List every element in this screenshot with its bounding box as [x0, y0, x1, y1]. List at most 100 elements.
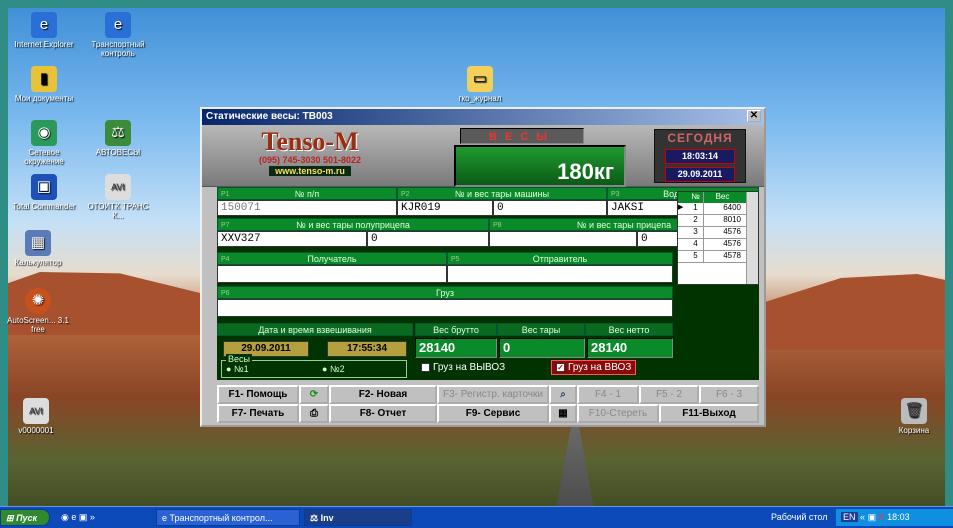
receiver-field[interactable]: [217, 265, 447, 283]
current-time: 18:03:14: [665, 149, 735, 164]
col-number-header: №: [688, 192, 704, 203]
desktop-icon-autovesy[interactable]: ⚖ АВТОВЕСЫ: [86, 120, 150, 157]
f6-button[interactable]: F6 - 3: [699, 385, 759, 404]
close-icon[interactable]: ✕: [747, 110, 761, 122]
row-number: 1: [688, 203, 704, 214]
gross-weight: 28140: [415, 338, 497, 358]
scales-group: Весы ● №1 ● №2: [221, 354, 407, 378]
export-checkbox-box: [421, 362, 430, 372]
import-checkbox[interactable]: ✓ Груз на ВВОЗ: [551, 360, 637, 375]
col-weight-header: Вес: [715, 192, 730, 201]
current-date: 29.09.2011: [665, 167, 735, 182]
number-field[interactable]: 150071: [217, 200, 397, 216]
floppy-icon: ▣: [31, 174, 57, 200]
trailer-number-field[interactable]: [489, 231, 637, 247]
label-sender: P5 Отправитель: [447, 252, 673, 265]
clock: 18:03: [887, 512, 910, 522]
label-tare: Вес тары: [497, 323, 585, 336]
erase-button[interactable]: F10-Стереть: [577, 404, 659, 423]
desktop-icon-internet-explorer[interactable]: e Internet Explorer: [12, 12, 76, 49]
scale-1-radio[interactable]: ● №1: [226, 364, 249, 374]
taskbar-item-transport[interactable]: e Транспортный контрол...: [156, 509, 300, 526]
help-button[interactable]: F1- Помощь: [217, 385, 299, 404]
tray: EN « ▣ K 18:03: [836, 509, 953, 526]
car-tare-field[interactable]: 0: [493, 200, 607, 216]
label-text-p6: Груз: [436, 288, 454, 298]
label-text-p5: Отправитель: [532, 254, 588, 264]
sender-field[interactable]: [447, 265, 673, 283]
row-number: 4: [688, 239, 704, 250]
new-button[interactable]: F2- Новая: [329, 385, 437, 404]
semitrailer-tare-field[interactable]: 0: [367, 231, 489, 247]
desktop-icon-gko-journal[interactable]: ▭ гко_журнал: [448, 66, 512, 103]
tenso-logo: Tenso-M (095) 745-3030 501-8022 www.tens…: [226, 127, 394, 176]
app-window: Статические весы: ТВ003 ✕ Tenso-M (095) …: [200, 107, 766, 427]
row-weight: 4576: [723, 239, 741, 248]
register-card-button[interactable]: F3- Регистр. карточки: [437, 385, 549, 404]
form-panel: P1№ п/п P2№ и вес тары машины P3Водитель…: [217, 187, 759, 380]
desktop-icon-recycle-bin[interactable]: 🗑 Корзина: [882, 398, 946, 435]
tray-app-icon: ▣: [867, 512, 877, 522]
service-button[interactable]: F9- Сервис: [437, 404, 549, 423]
table-scrollbar[interactable]: [746, 192, 758, 284]
semitrailer-number-field[interactable]: XXV327: [217, 231, 367, 247]
desktop-toolbar[interactable]: Рабочий стол: [766, 509, 833, 526]
calculator-icon[interactable]: ▦: [549, 404, 577, 423]
desktop-icon-v0000001[interactable]: AVI v0000001: [4, 398, 68, 435]
desktop-icon-network[interactable]: ◉ Сетевое окружение: [12, 120, 76, 166]
app-icon: ⚖: [105, 120, 131, 146]
f5-button[interactable]: F5 - 2: [639, 385, 699, 404]
network-icon: ◉: [31, 120, 57, 146]
row-number: 5: [688, 251, 704, 262]
desktop-icon-my-documents[interactable]: ▮ Мои документы: [12, 66, 76, 103]
tare-weight: 0: [499, 338, 585, 358]
road: [555, 415, 595, 515]
scale-2-label: №2: [329, 364, 345, 374]
export-label: Груз на ВЫВОЗ: [433, 362, 506, 373]
window-title: Статические весы: ТВ003: [206, 111, 333, 122]
recycle-bin-icon: 🗑: [901, 398, 927, 424]
folder-icon: ▭: [467, 66, 493, 92]
logo-site: www.tenso-m.ru: [269, 166, 351, 176]
weights-table[interactable]: № Вес ▶ 1 6400 2 8010 3 4576 4 4576 5 4578: [677, 191, 759, 285]
ie-icon: e: [31, 12, 57, 38]
start-button[interactable]: ⊞ Пуск: [0, 509, 50, 526]
f4-button[interactable]: F4 - 1: [577, 385, 639, 404]
preview-icon[interactable]: ⎙: [299, 404, 329, 423]
export-checkbox[interactable]: Груз на ВЫВОЗ: [421, 362, 505, 373]
film-reel-icon: ✺: [25, 288, 51, 314]
taskbar: ⊞ Пуск ◉ e ▣ » e Транспортный контрол...…: [0, 506, 953, 528]
desktop-icon-autoscreen[interactable]: ✺ AutoScreen... 3.1 free: [6, 288, 70, 334]
net-weight: 28140: [587, 338, 673, 358]
taskbar-item-inv[interactable]: ⚖ Inv: [304, 509, 412, 526]
tray-kaspersky-icon: K: [878, 512, 885, 522]
title-bar[interactable]: Статические весы: ТВ003 ✕: [202, 109, 764, 125]
ie-icon: e: [162, 513, 168, 523]
tray-arrow-icon[interactable]: «: [860, 512, 865, 522]
label-text-p7: № и вес тары полуприцепа: [296, 220, 410, 230]
car-number-field[interactable]: KJR019: [397, 200, 493, 216]
search-icon[interactable]: ⌕: [549, 385, 577, 404]
label-text-p2: № и вес тары машины: [454, 189, 550, 199]
folder-icon: ▮: [31, 66, 57, 92]
desktop-icon-total-commander[interactable]: ▣ Total Commander: [12, 174, 76, 211]
windows-logo-icon: ⊞: [6, 513, 14, 523]
print-button[interactable]: F7- Печать: [217, 404, 299, 423]
refresh-icon[interactable]: ⟳: [299, 385, 329, 404]
desktop-icon-transport[interactable]: e Транспортный контроль: [86, 12, 150, 58]
exit-button[interactable]: F11-Выход: [659, 404, 759, 423]
quick-launch[interactable]: ◉ e ▣ »: [56, 509, 136, 526]
scale-2-radio[interactable]: ● №2: [322, 364, 345, 374]
app-icon: ⚖: [310, 513, 319, 523]
desktop-icon-calculator[interactable]: ▦ Калькулятор: [6, 230, 70, 267]
logo-name: Tenso-M: [261, 127, 359, 156]
label-semitrailer: P7 № и вес тары полуприцепа: [217, 218, 489, 231]
avi-icon: AVI: [23, 398, 49, 424]
language-indicator[interactable]: EN: [841, 512, 858, 522]
cargo-field[interactable]: [217, 299, 673, 317]
label-text-gross: Вес брутто: [433, 325, 479, 335]
label-text-p1: № п/п: [294, 189, 320, 199]
desktop-icon-otoitk[interactable]: AVI ОТОИТК ТРАНС К...: [86, 174, 150, 220]
report-button[interactable]: F8- Отчет: [329, 404, 437, 423]
start-label: Пуск: [16, 513, 38, 523]
